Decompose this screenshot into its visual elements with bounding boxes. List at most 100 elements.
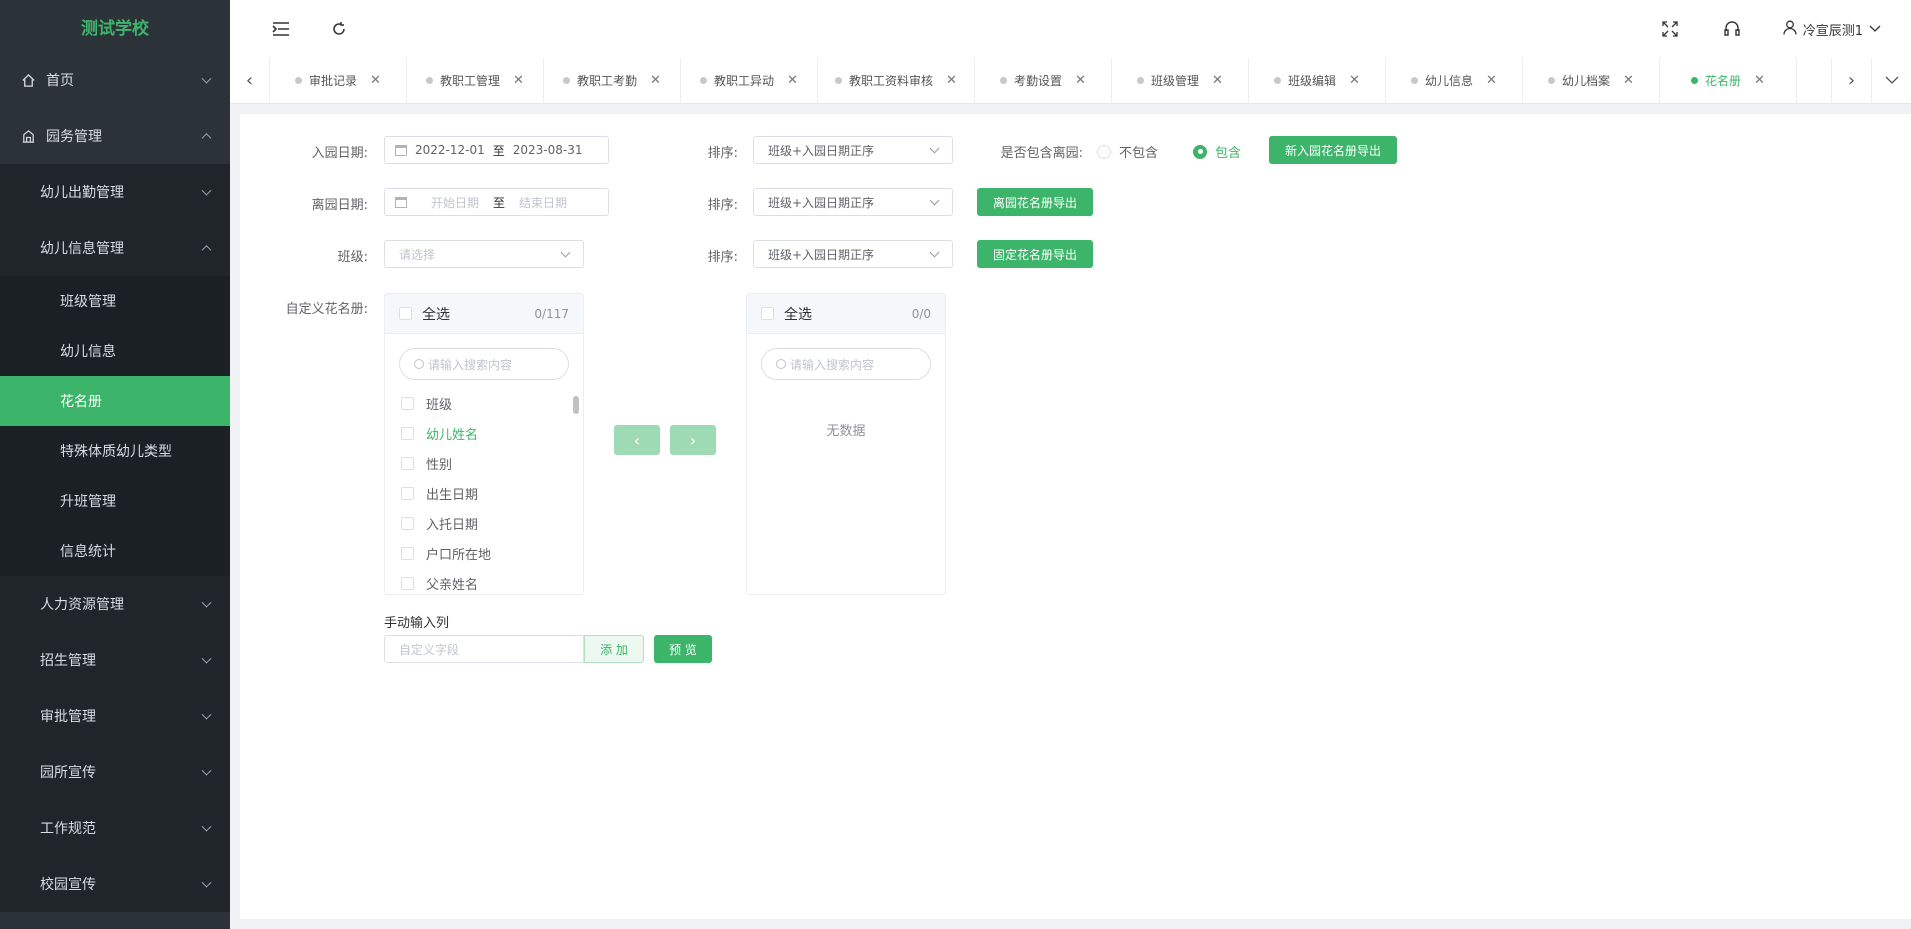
sidebar-item-roster[interactable]: 花名册 bbox=[0, 376, 230, 426]
scrollbar-thumb[interactable] bbox=[573, 396, 579, 414]
leave-date-range[interactable]: 开始日期 至 结束日期 bbox=[384, 188, 609, 216]
sidebar-item-attendance[interactable]: 幼儿出勤管理 bbox=[0, 164, 230, 220]
fullscreen-icon[interactable] bbox=[1659, 18, 1681, 40]
chevron-down-icon bbox=[929, 143, 940, 154]
radio-include[interactable]: 包含 bbox=[1193, 142, 1241, 161]
close-icon[interactable]: ✕ bbox=[1623, 73, 1634, 88]
search-placeholder: 请输入搜索内容 bbox=[428, 357, 513, 372]
list-item[interactable]: 幼儿姓名 bbox=[385, 418, 583, 448]
sidebar-item-child-info-mgmt[interactable]: 幼儿信息管理 bbox=[0, 220, 230, 276]
export-fixed-roster-button[interactable]: 固定花名册导出 bbox=[977, 240, 1093, 268]
menu-fold-icon[interactable] bbox=[270, 18, 292, 40]
calendar-icon bbox=[395, 144, 407, 156]
custom-field-input[interactable]: 自定义字段 bbox=[384, 635, 584, 663]
checkbox[interactable] bbox=[401, 516, 414, 530]
tab-approval-records[interactable]: 审批记录 ✕ bbox=[270, 57, 407, 104]
class-select[interactable]: 请选择 bbox=[384, 240, 584, 268]
list-item-label: 幼儿姓名 bbox=[426, 427, 479, 443]
refresh-icon[interactable] bbox=[328, 18, 350, 40]
checkbox[interactable] bbox=[401, 486, 414, 500]
sidebar-item-child-info[interactable]: 幼儿信息 bbox=[0, 326, 230, 376]
enroll-date-range[interactable]: 2022-12-01 至 2023-08-31 bbox=[384, 136, 609, 164]
sidebar-item-label: 人力资源管理 bbox=[40, 597, 124, 613]
target-search-input[interactable]: 请输入搜索内容 bbox=[761, 348, 931, 380]
list-item[interactable]: 入托日期 bbox=[385, 508, 583, 538]
preview-button[interactable]: 预 览 bbox=[654, 635, 712, 663]
headset-icon[interactable] bbox=[1721, 18, 1743, 40]
sort-label: 排序: bbox=[707, 198, 738, 213]
tab-class-mgmt[interactable]: 班级管理 ✕ bbox=[1112, 57, 1249, 104]
close-icon[interactable]: ✕ bbox=[513, 73, 524, 88]
chevron-down-icon bbox=[929, 247, 940, 258]
sidebar-item-label: 幼儿出勤管理 bbox=[40, 185, 124, 201]
tabs-scroll-right-icon[interactable]: › bbox=[1831, 57, 1871, 104]
tab-staff-changes[interactable]: 教职工异动 ✕ bbox=[681, 57, 818, 104]
tab-child-archive[interactable]: 幼儿档案 ✕ bbox=[1523, 57, 1660, 104]
select-value: 班级+入园日期正序 bbox=[768, 195, 875, 210]
source-search-input[interactable]: 请输入搜索内容 bbox=[399, 348, 569, 380]
list-item-label: 班级 bbox=[426, 397, 453, 413]
sidebar-item-admission[interactable]: 招生管理 bbox=[0, 632, 230, 688]
move-left-button[interactable]: ‹ bbox=[614, 425, 660, 455]
tab-dot bbox=[426, 77, 434, 84]
sidebar-item-label: 花名册 bbox=[60, 394, 102, 410]
sidebar-item-special-constitution[interactable]: 特殊体质幼儿类型 bbox=[0, 426, 230, 476]
tab-label: 花名册 bbox=[1705, 74, 1742, 88]
checkbox[interactable] bbox=[401, 456, 414, 470]
tabs-scroll-left-icon[interactable]: ‹ bbox=[230, 57, 270, 104]
sidebar-item-approval[interactable]: 审批管理 bbox=[0, 688, 230, 744]
list-item[interactable]: 性别 bbox=[385, 448, 583, 478]
fixed-sort-select[interactable]: 班级+入园日期正序 bbox=[753, 240, 953, 268]
chevron-down-icon bbox=[201, 821, 212, 832]
class-label: 班级: bbox=[337, 250, 368, 265]
tab-attendance-settings[interactable]: 考勤设置 ✕ bbox=[975, 57, 1112, 104]
sidebar-item-work-rules[interactable]: 工作规范 bbox=[0, 800, 230, 856]
sidebar-item-statistics[interactable]: 信息统计 bbox=[0, 526, 230, 576]
move-right-button[interactable]: › bbox=[670, 425, 716, 455]
add-field-button[interactable]: 添 加 bbox=[584, 635, 644, 663]
list-item[interactable]: 户口所在地 bbox=[385, 538, 583, 568]
select-all-checkbox[interactable] bbox=[399, 307, 412, 320]
building-icon bbox=[20, 128, 36, 144]
tabs-dropdown-icon[interactable] bbox=[1871, 57, 1911, 104]
tab-staff-mgmt[interactable]: 教职工管理 ✕ bbox=[407, 57, 544, 104]
export-leave-roster-button[interactable]: 离园花名册导出 bbox=[977, 188, 1093, 216]
select-all-checkbox[interactable] bbox=[761, 307, 774, 320]
enroll-sort-select[interactable]: 班级+入园日期正序 bbox=[753, 136, 953, 164]
tab-staff-attendance[interactable]: 教职工考勤 ✕ bbox=[544, 57, 681, 104]
tab-label: 教职工异动 bbox=[714, 74, 775, 88]
sidebar-item-class-mgmt[interactable]: 班级管理 bbox=[0, 276, 230, 326]
radio-circle bbox=[1097, 144, 1111, 159]
sidebar-item-garden-affairs[interactable]: 园务管理 bbox=[0, 108, 230, 164]
user-menu[interactable]: 冷宣辰测1 bbox=[1783, 20, 1881, 39]
close-icon[interactable]: ✕ bbox=[1486, 73, 1497, 88]
checkbox[interactable] bbox=[401, 426, 414, 440]
checkbox[interactable] bbox=[401, 546, 414, 560]
tab-child-info[interactable]: 幼儿信息 ✕ bbox=[1386, 57, 1523, 104]
close-icon[interactable]: ✕ bbox=[1075, 73, 1086, 88]
close-icon[interactable]: ✕ bbox=[787, 73, 798, 88]
sidebar-item-campus-promo[interactable]: 校园宣传 bbox=[0, 856, 230, 912]
list-item[interactable]: 父亲姓名 bbox=[385, 568, 583, 594]
checkbox[interactable] bbox=[401, 396, 414, 410]
tab-class-edit[interactable]: 班级编辑 ✕ bbox=[1249, 57, 1386, 104]
sidebar-item-hr[interactable]: 人力资源管理 bbox=[0, 576, 230, 632]
close-icon[interactable]: ✕ bbox=[370, 73, 381, 88]
list-item[interactable]: 班级 bbox=[385, 388, 583, 418]
close-icon[interactable]: ✕ bbox=[650, 73, 661, 88]
list-item[interactable]: 出生日期 bbox=[385, 478, 583, 508]
close-icon[interactable]: ✕ bbox=[1349, 73, 1360, 88]
leave-sort-select[interactable]: 班级+入园日期正序 bbox=[753, 188, 953, 216]
sidebar-item-home[interactable]: 首页 bbox=[0, 52, 230, 108]
sidebar-item-garden-promo[interactable]: 园所宣传 bbox=[0, 744, 230, 800]
close-icon[interactable]: ✕ bbox=[1212, 73, 1223, 88]
tab-roster[interactable]: 花名册 ✕ bbox=[1660, 57, 1797, 104]
close-icon[interactable]: ✕ bbox=[1754, 73, 1765, 88]
sidebar-item-label: 审批管理 bbox=[40, 709, 96, 725]
checkbox[interactable] bbox=[401, 576, 414, 590]
export-new-roster-button[interactable]: 新入园花名册导出 bbox=[1269, 136, 1397, 164]
close-icon[interactable]: ✕ bbox=[946, 73, 957, 88]
sidebar-item-promotion[interactable]: 升班管理 bbox=[0, 476, 230, 526]
radio-exclude[interactable]: 不包含 bbox=[1097, 142, 1158, 161]
tab-staff-review[interactable]: 教职工资料审核 ✕ bbox=[818, 57, 975, 104]
